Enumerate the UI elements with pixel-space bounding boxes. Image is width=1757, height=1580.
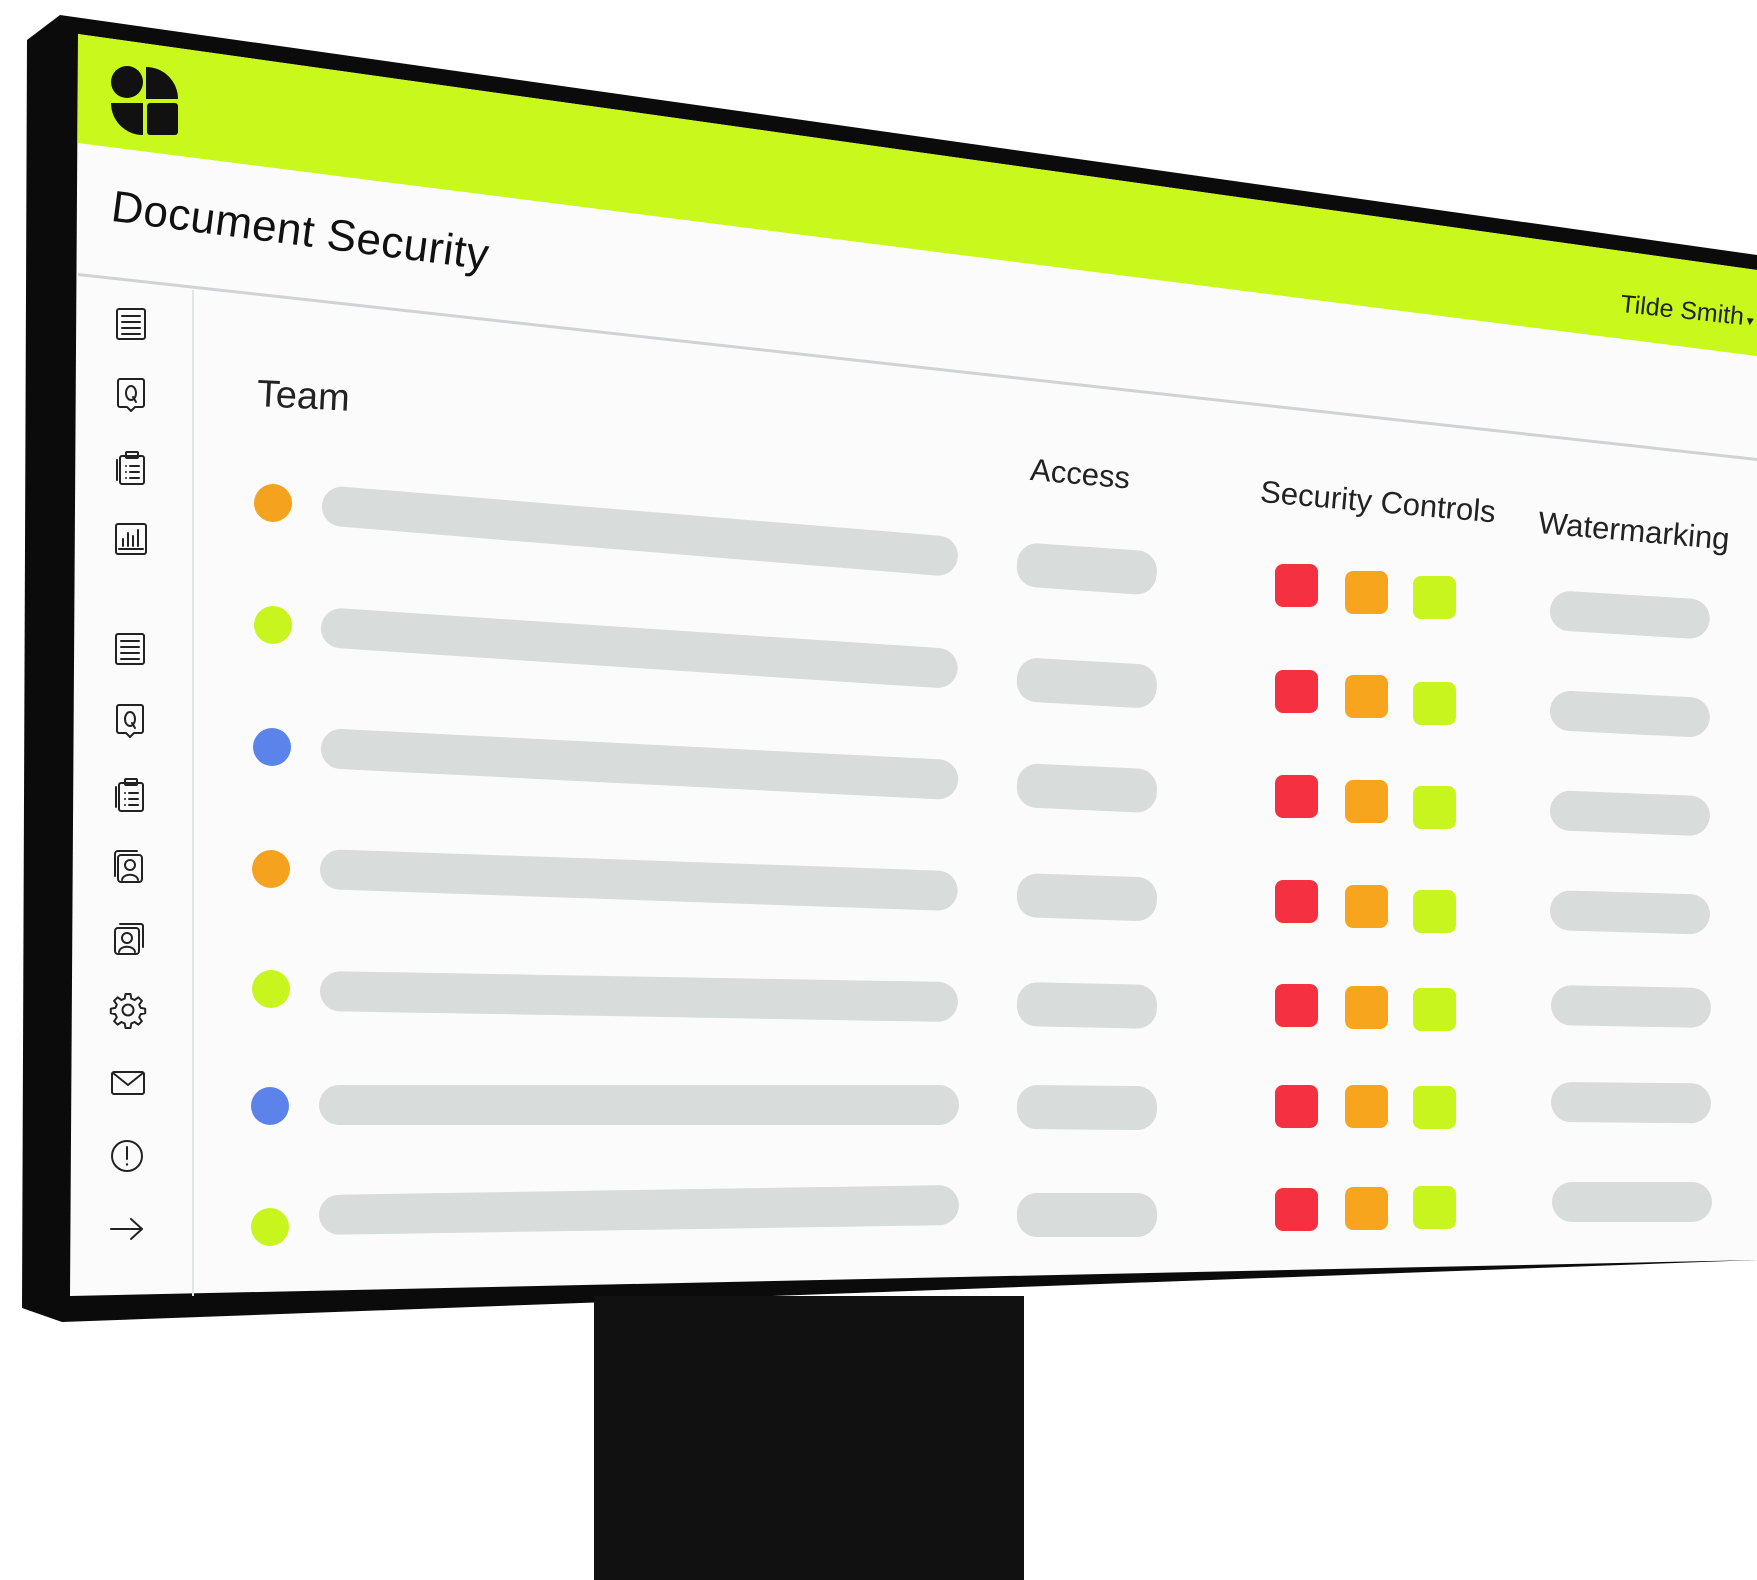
watermarking-placeholder[interactable] <box>1549 890 1711 935</box>
access-placeholder[interactable] <box>1016 873 1158 922</box>
clipboard-list-icon[interactable] <box>111 447 151 487</box>
watermarking-placeholder[interactable] <box>1550 1082 1712 1124</box>
security-control-orange-toggle[interactable] <box>1345 1187 1388 1230</box>
security-control-lime-toggle[interactable] <box>1413 1086 1456 1129</box>
security-control-orange-toggle[interactable] <box>1345 675 1388 718</box>
watermarking-placeholder[interactable] <box>1552 1182 1712 1222</box>
security-control-lime-toggle[interactable] <box>1413 682 1456 725</box>
access-placeholder[interactable] <box>1017 1193 1157 1237</box>
mail-icon[interactable] <box>108 1063 148 1103</box>
security-control-lime-toggle[interactable] <box>1413 1186 1456 1229</box>
security-control-red-toggle[interactable] <box>1275 564 1318 607</box>
watermarking-placeholder[interactable] <box>1550 985 1712 1029</box>
sidebar-divider <box>192 290 194 1296</box>
access-placeholder[interactable] <box>1016 982 1158 1029</box>
bar-chart-icon[interactable] <box>111 519 151 559</box>
watermarking-placeholder[interactable] <box>1549 790 1711 837</box>
status-dot <box>251 1208 289 1246</box>
brand-logo-icon[interactable] <box>110 65 180 137</box>
status-dot <box>252 850 290 888</box>
watermarking-placeholder[interactable] <box>1548 690 1711 739</box>
status-dot <box>254 484 292 522</box>
security-control-orange-toggle[interactable] <box>1345 571 1388 614</box>
security-control-red-toggle[interactable] <box>1275 1085 1318 1128</box>
status-dot <box>254 606 292 644</box>
user-card-icon[interactable] <box>109 846 149 886</box>
security-control-orange-toggle[interactable] <box>1345 780 1388 823</box>
section-title: Team <box>255 373 351 420</box>
security-control-lime-toggle[interactable] <box>1413 890 1456 933</box>
list-document-icon[interactable] <box>110 629 150 669</box>
security-control-lime-toggle[interactable] <box>1413 786 1456 829</box>
security-control-lime-toggle[interactable] <box>1413 576 1456 619</box>
gear-icon[interactable] <box>108 990 148 1030</box>
q-chat-icon[interactable] <box>110 700 150 740</box>
security-control-red-toggle[interactable] <box>1275 880 1318 923</box>
access-placeholder[interactable] <box>1015 657 1159 710</box>
arrow-right-icon[interactable] <box>107 1209 147 1249</box>
list-document-icon[interactable] <box>111 304 151 344</box>
member-name-placeholder <box>319 1085 959 1125</box>
security-control-red-toggle[interactable] <box>1275 670 1318 713</box>
security-control-red-toggle[interactable] <box>1275 1188 1318 1231</box>
security-control-orange-toggle[interactable] <box>1345 1085 1388 1128</box>
security-control-lime-toggle[interactable] <box>1413 988 1456 1031</box>
status-dot <box>253 728 291 766</box>
security-control-orange-toggle[interactable] <box>1345 885 1388 928</box>
user-cards-icon[interactable] <box>109 917 149 957</box>
security-control-orange-toggle[interactable] <box>1345 986 1388 1029</box>
access-placeholder[interactable] <box>1016 1085 1158 1131</box>
security-control-red-toggle[interactable] <box>1275 775 1318 818</box>
access-placeholder[interactable] <box>1016 763 1158 814</box>
clipboard-list-icon[interactable] <box>110 774 150 814</box>
status-dot <box>251 1087 289 1125</box>
alert-icon[interactable] <box>107 1136 147 1176</box>
monitor-stand <box>594 1296 1024 1580</box>
q-chat-icon[interactable] <box>111 374 151 414</box>
status-dot <box>252 970 290 1008</box>
security-control-red-toggle[interactable] <box>1275 984 1318 1027</box>
